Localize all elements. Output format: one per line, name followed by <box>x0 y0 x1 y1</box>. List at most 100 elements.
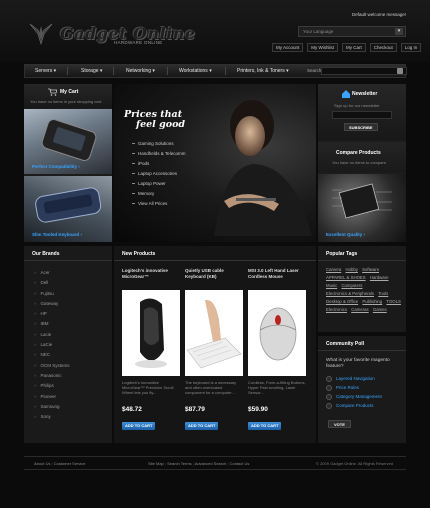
footer-link-contact[interactable]: Contact Us <box>230 461 250 466</box>
tag-link[interactable]: Tools <box>378 290 388 298</box>
brand-link[interactable]: NEC <box>34 350 70 360</box>
language-select[interactable]: Your Language ▾ <box>298 26 406 37</box>
tag-link[interactable]: Camera <box>326 266 341 274</box>
hero-link[interactable]: iPods <box>132 159 185 169</box>
poll-option-radio[interactable]: Price Rules <box>326 383 382 392</box>
arrow-right-icon: › <box>80 232 82 237</box>
tag-link[interactable]: Software <box>362 266 379 274</box>
brands-title: Our Brands <box>32 251 60 257</box>
my-cart-link[interactable]: My Cart <box>342 43 366 52</box>
login-link[interactable]: Log In <box>400 43 422 52</box>
logo-icon[interactable] <box>28 20 54 46</box>
chevron-down-icon: ▾ <box>286 68 289 74</box>
brands-list: Acer Dell Fujitsu Gateway HP IBM Lacie L… <box>34 268 70 422</box>
brand-link[interactable]: Gateway <box>34 299 70 309</box>
nav-item-workstations[interactable]: Workstations ▾ <box>179 65 212 77</box>
tag-link[interactable]: TOOLS <box>386 298 401 306</box>
add-to-cart-button[interactable]: ADD TO CART <box>248 422 282 430</box>
footer: About Us | Customer Service Site Map | S… <box>24 456 406 470</box>
product-image[interactable] <box>122 290 180 376</box>
brand-link[interactable]: Dell <box>34 278 70 288</box>
newsletter-title: Newsletter <box>352 91 378 97</box>
newsletter-email-input[interactable] <box>332 111 392 119</box>
brand-link[interactable]: LaCie <box>34 340 70 350</box>
hero-link[interactable]: Laptop Accessories <box>132 169 185 179</box>
search-button[interactable] <box>397 68 403 74</box>
my-wishlist-link[interactable]: My Wishlist <box>307 43 339 52</box>
hero-link[interactable]: Memory <box>132 189 185 199</box>
left-column: My Cart You have no items in your shoppi… <box>24 84 112 242</box>
add-to-cart-button[interactable]: ADD TO CART <box>185 422 219 430</box>
promo-label-keyboard[interactable]: Slim Tooled Keyboard › <box>32 232 82 237</box>
brand-link[interactable]: IBM <box>34 319 70 329</box>
brand-link[interactable]: Samsung <box>34 402 70 412</box>
cart-icon <box>48 88 57 96</box>
promo-image-circuit[interactable]: Excellent Quality › <box>318 174 406 242</box>
product-name[interactable]: MSI 3.0 Left Hand Laser Cordless Mouse <box>248 268 310 280</box>
add-to-cart-button[interactable]: ADD TO CART <box>122 422 156 430</box>
checkout-link[interactable]: Checkout <box>369 43 397 52</box>
brand-link[interactable]: HP <box>34 309 70 319</box>
poll-option-radio[interactable]: Layered Navigation <box>326 374 382 383</box>
footer-link-customer-service[interactable]: Customer Service <box>54 461 86 466</box>
brand-link[interactable]: Lacie <box>34 330 70 340</box>
poll-option-radio[interactable]: Category Management <box>326 392 382 401</box>
tag-link[interactable]: Hobby <box>346 266 358 274</box>
compare-block: Compare Products You have no items to co… <box>318 142 406 172</box>
tag-link[interactable]: Games <box>373 306 387 314</box>
tag-link[interactable]: Publishing <box>362 298 382 306</box>
brand-link[interactable]: Acer <box>34 268 70 278</box>
brand-link[interactable]: Philips <box>34 381 70 391</box>
my-account-link[interactable]: My Account <box>272 43 304 52</box>
footer-link-sitemap[interactable]: Site Map <box>148 461 164 466</box>
nav-item-servers[interactable]: Servers ▾ <box>35 65 56 77</box>
nav-item-storage[interactable]: Storage ▾ <box>81 65 102 77</box>
tag-cloud: Camera Hobby Software APPAREL & SHOES Ha… <box>326 266 404 314</box>
newsletter-block: Newsletter Sign up for our newsletter SU… <box>318 84 406 140</box>
tag-link[interactable]: Electronics & Peripherals <box>326 290 374 298</box>
nav-item-networking[interactable]: Networking ▾ <box>126 65 155 77</box>
brand-link[interactable]: OCM Systems <box>34 361 70 371</box>
footer-link-about[interactable]: About Us <box>34 461 50 466</box>
cart-empty-text: You have no items in your shopping cart. <box>30 99 103 104</box>
phone-image <box>41 119 97 161</box>
promo-label-compatibility[interactable]: Perfect Compatibility › <box>32 164 80 169</box>
hero-link[interactable]: Laptop Power <box>132 179 185 189</box>
tag-link[interactable]: Cameras <box>351 306 368 314</box>
tag-link[interactable]: Computers <box>341 282 362 290</box>
search-input[interactable] <box>321 67 407 75</box>
subscribe-button[interactable]: SUBSCRIBE <box>344 123 378 131</box>
tag-link[interactable]: Music <box>326 282 337 290</box>
compare-caption-link[interactable]: Excellent Quality › <box>326 232 365 237</box>
footer-link-search-terms[interactable]: Search Terms <box>167 461 192 466</box>
chevron-down-icon: ▾ <box>53 68 57 74</box>
keyboard-hand-image <box>186 299 242 369</box>
hero-banner[interactable]: Prices that feel good Gaming Solutions H… <box>114 84 316 242</box>
hero-link[interactable]: View All Prices <box>132 199 185 209</box>
brand-link[interactable]: Sony <box>34 412 70 422</box>
nav-item-printers[interactable]: Printers, Ink & Toners ▾ <box>237 65 289 77</box>
product-name[interactable]: Quietly USB cable Keyboard (KB) <box>185 268 245 280</box>
promo-image-keyboard[interactable]: Slim Tooled Keyboard › <box>24 176 112 242</box>
hero-link[interactable]: Handhelds & Telecomm <box>132 149 185 159</box>
brand-link[interactable]: Fujitsu <box>34 289 70 299</box>
brand-link[interactable]: Panasonic <box>34 371 70 381</box>
tag-link[interactable]: Desktop & Office <box>326 298 358 306</box>
tag-link[interactable]: APPAREL & SHOES <box>326 274 366 282</box>
brand-link[interactable]: Pioneer <box>34 392 70 402</box>
product-image[interactable] <box>185 290 243 376</box>
vote-button[interactable]: VOTE <box>328 420 351 428</box>
poll-title: Community Poll <box>326 341 365 347</box>
product-card: Quietly USB cable Keyboard (KB) The keyb… <box>185 268 245 438</box>
poll-option-radio[interactable]: Compare Products <box>326 401 382 410</box>
home-icon <box>342 90 350 98</box>
footer-link-advanced-search[interactable]: Advanced Search <box>195 461 227 466</box>
promo-image-phone[interactable]: Perfect Compatibility › <box>24 109 112 174</box>
tag-link[interactable]: Electronics <box>326 306 347 314</box>
hero-link[interactable]: Gaming Solutions <box>132 139 185 149</box>
product-image[interactable] <box>248 290 306 376</box>
product-name[interactable]: Logitech's innovative MicroGear™ <box>122 268 182 280</box>
tag-link[interactable]: Hardware <box>370 274 389 282</box>
chevron-down-icon: ▾ <box>99 68 103 74</box>
hero-title: Prices that feel good <box>124 109 186 130</box>
